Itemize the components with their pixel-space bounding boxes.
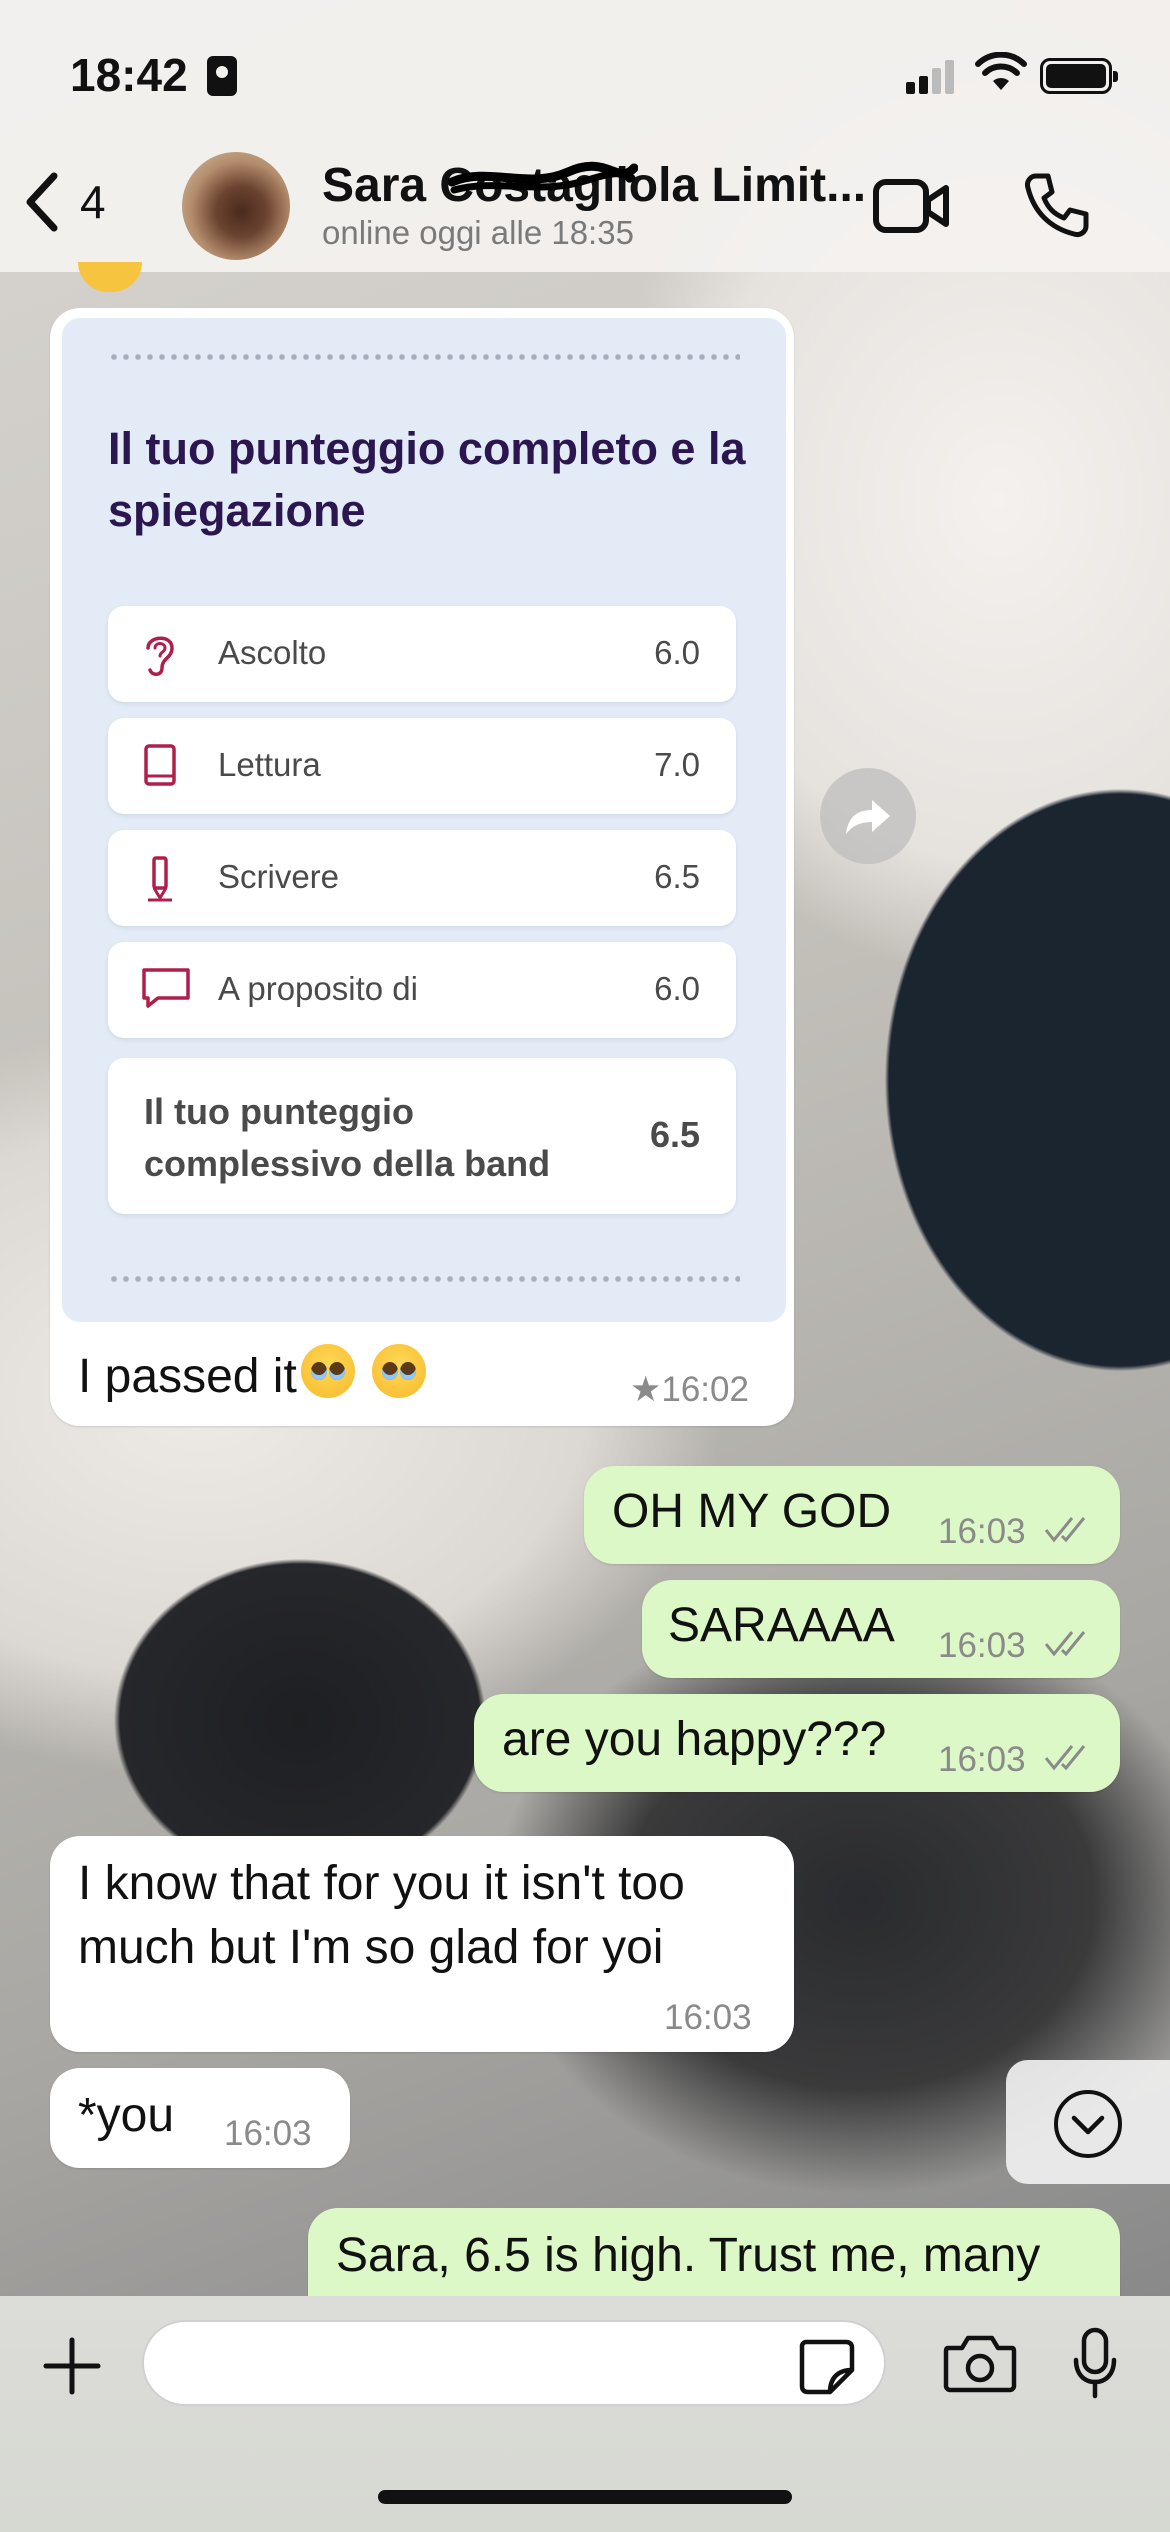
pleading-face-emoji [372,1344,427,1398]
contact-status: online oggi alle 18:35 [322,214,634,251]
read-receipt-icon [1044,1745,1086,1771]
message-text: SARAAAA [668,1599,895,1652]
message-caption: I passed it [78,1350,297,1403]
total-label: Il tuo punteggio complessivo della band [144,1091,551,1184]
score-card-title: Il tuo punteggio completo e la spiegazio… [108,423,746,536]
message-text: *you [78,2089,175,2142]
message-time: 16:03 [224,2114,312,2153]
score-value: 6.5 [654,858,700,895]
chat-header: 4 Sara Costagliola Limit... online oggi … [0,150,1170,272]
message-time: 16:03 [938,1512,1026,1551]
microphone-icon[interactable] [1070,2326,1120,2402]
home-indicator[interactable] [378,2490,792,2504]
ear-icon [146,636,174,676]
back-button[interactable]: 4 [22,170,106,234]
status-bar: 18:42 [0,0,1170,150]
message-text-line: I know that for you it isn't too [78,1857,685,1910]
read-receipt-icon [1044,1517,1086,1543]
sticker-icon[interactable] [796,2336,856,2396]
read-receipt-icon [1044,1631,1086,1657]
plus-icon[interactable] [40,2334,104,2398]
score-label: Ascolto [218,634,327,671]
pleading-face-emoji [300,1344,355,1398]
message-text-line: much but I'm so glad for yoi [78,1921,664,1974]
forward-arrow-icon [846,800,890,834]
camera-icon[interactable] [942,2332,1018,2394]
message-text: I passed it [78,1344,427,1404]
dotted-divider [108,354,740,360]
score-label: Scrivere [218,858,340,895]
score-value: 6.0 [654,970,700,1007]
signal-icon [906,60,956,94]
message-time: 16:03 [938,1740,1026,1779]
message-time: 16:03 [938,1626,1026,1665]
message-text: are you happy??? [502,1713,887,1766]
speech-bubble-icon [142,968,190,1008]
chevron-down-circle-icon [1054,2090,1122,2158]
score-row-ascolto: Ascolto 6.0 [108,606,736,702]
score-label: A proposito di [218,970,418,1007]
message-time: 16:03 [664,1998,752,2037]
score-value: 6.0 [654,634,700,671]
wifi-icon [975,52,1027,90]
score-row-a-proposito-di: A proposito di 6.0 [108,942,736,1038]
score-row-total: Il tuo punteggio complessivo della band … [108,1058,736,1214]
score-value: 7.0 [654,746,700,783]
score-label: Lettura [218,746,321,783]
dotted-divider [108,1276,740,1282]
unread-count: 4 [80,176,106,228]
battery-icon [1040,58,1118,94]
chevron-left-icon [26,172,58,232]
score-row-lettura: Lettura 7.0 [108,718,736,814]
message-time: ★16:02 [630,1370,749,1409]
message-text: Sara, 6.5 is high. Trust me, many [336,2229,1041,2282]
book-icon [144,744,176,786]
message-input[interactable] [142,2320,886,2406]
status-time: 18:42 [70,49,188,101]
score-card-image[interactable]: Il tuo punteggio completo e la spiegazio… [62,318,786,1322]
score-row-scrivere: Scrivere 6.5 [108,830,736,926]
avatar[interactable] [182,152,290,260]
phone-icon[interactable] [1022,170,1092,240]
total-value: 6.5 [649,1114,700,1155]
sim-icon [207,56,237,96]
video-call-icon[interactable] [872,176,952,236]
message-text: OH MY GOD [612,1485,892,1538]
pen-icon [148,856,172,902]
forward-button[interactable] [820,768,916,864]
scroll-to-bottom-button[interactable] [1006,2060,1170,2184]
redaction-scribble [448,161,638,194]
